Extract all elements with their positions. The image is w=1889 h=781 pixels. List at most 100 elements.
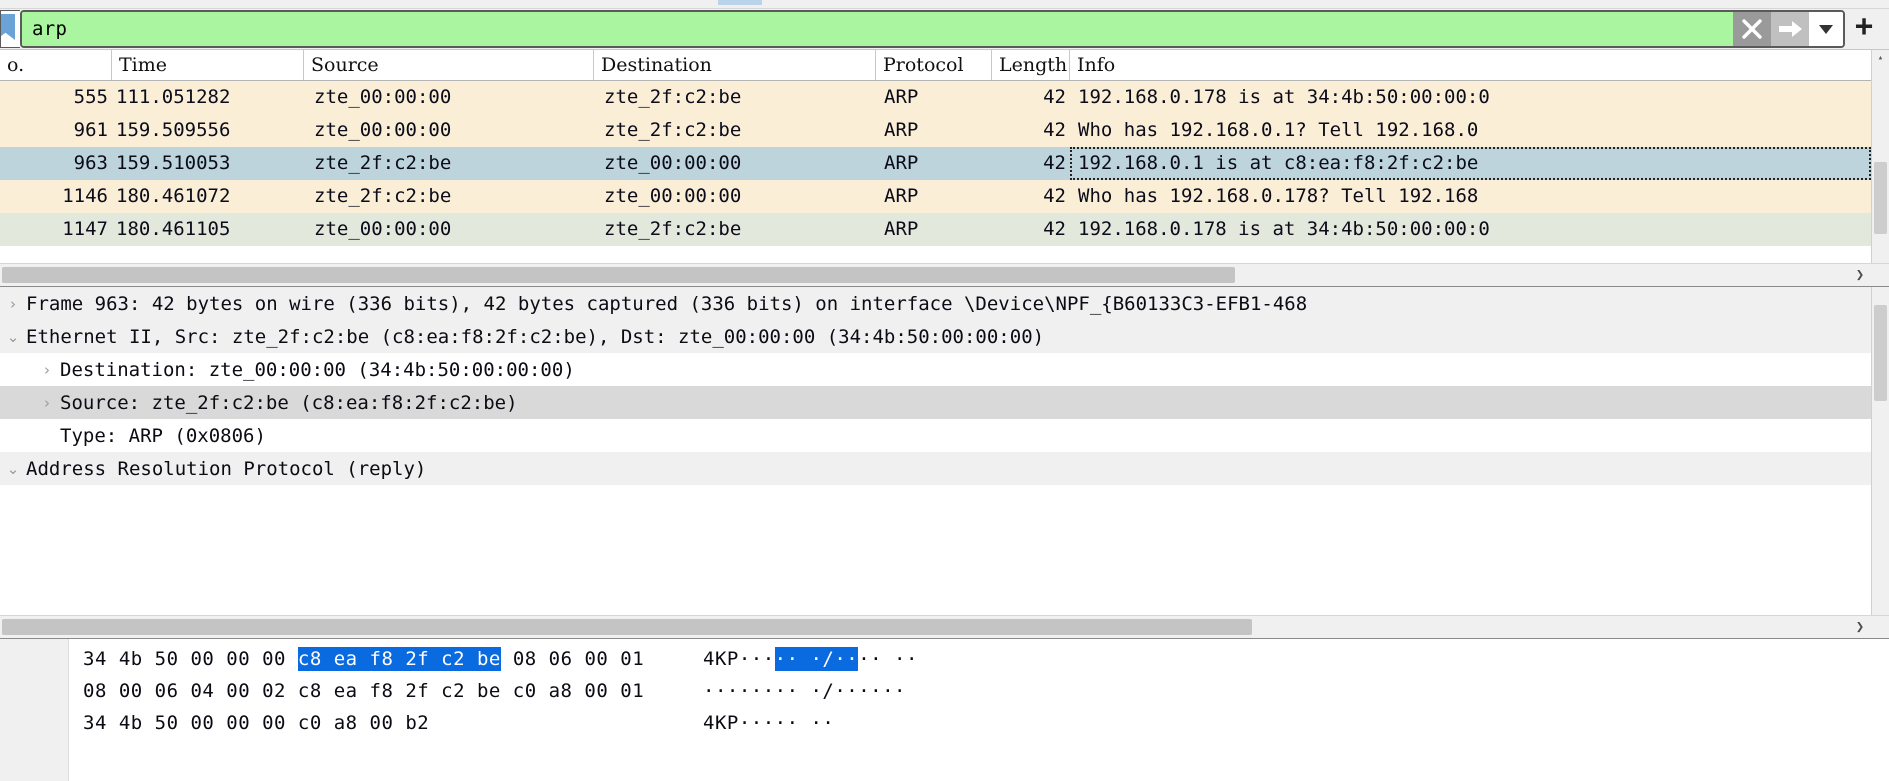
column-header-destination[interactable]: Destination [594, 50, 876, 80]
hex-row[interactable]: 0020 34 4b 50 00 00 00 c0 a8 00 b2 4KP··… [69, 707, 1889, 739]
hex-row[interactable]: 0000 34 4b 50 00 00 00 c8 ea f8 2f c2 be… [69, 643, 1889, 675]
cell-no: 1147 [62, 218, 108, 240]
hex-bytes: 08 00 06 04 00 02 c8 ea f8 2f c2 be c0 a… [83, 680, 645, 702]
packet-detail-vertical-scrollbar[interactable] [1871, 287, 1889, 615]
chevron-right-icon[interactable]: › [34, 394, 60, 412]
cell-length: 42 [1043, 86, 1066, 108]
bookmark-shape [1, 14, 15, 40]
tree-item-label: Source: zte_2f:c2:be (c8:ea:f8:2f:c2:be) [60, 391, 518, 414]
display-filter-bar: arp + [0, 9, 1889, 49]
cell-protocol: ARP [884, 152, 919, 174]
packet-list-vertical-scrollbar[interactable]: ▴ [1871, 50, 1889, 263]
display-filter-input-wrap[interactable]: arp [20, 10, 1845, 48]
packet-bytes-pane[interactable]: 0000 34 4b 50 00 00 00 c8 ea f8 2f c2 be… [0, 638, 1889, 781]
packet-detail-rows: › Frame 963: 42 bytes on wire (336 bits)… [0, 287, 1871, 615]
packet-detail-horizontal-scrollbar[interactable]: ❯ [0, 615, 1889, 638]
apply-filter-arrow-icon[interactable] [1771, 12, 1809, 46]
packet-detail-pane: › Frame 963: 42 bytes on wire (336 bits)… [0, 286, 1889, 638]
packet-detail-body: › Frame 963: 42 bytes on wire (336 bits)… [0, 287, 1889, 615]
scroll-right-arrow-icon[interactable]: ❯ [1849, 264, 1871, 286]
hex-ascii-highlight: ·· ·/·· [774, 647, 859, 671]
tree-item-source[interactable]: › Source: zte_2f:c2:be (c8:ea:f8:2f:c2:b… [0, 386, 1871, 419]
packet-list-horizontal-scrollbar[interactable]: ❯ [0, 263, 1889, 286]
scrollbar-thumb[interactable] [1874, 162, 1887, 234]
tree-item-label: Destination: zte_00:00:00 (34:4b:50:00:0… [60, 358, 575, 381]
column-header-no[interactable]: o. [0, 50, 112, 80]
hex-ascii: 4KP····· ·/···· ·· [689, 647, 918, 671]
tree-item-frame[interactable]: › Frame 963: 42 bytes on wire (336 bits)… [0, 287, 1871, 320]
hex-ascii-post: ·· ·· [858, 648, 918, 670]
column-header-protocol[interactable]: Protocol [876, 50, 992, 80]
cell-time: 159.509556 [116, 119, 231, 141]
tree-item-label: Type: ARP (0x0806) [60, 424, 266, 447]
table-row-selected[interactable]: 963 159.510053 zte_2f:c2:be zte_00:00:00… [0, 147, 1871, 180]
tree-item-arp[interactable]: ⌄ Address Resolution Protocol (reply) [0, 452, 1871, 485]
toolbar-sliver [0, 0, 1889, 9]
cell-info: Who has 192.168.0.178? Tell 192.168 [1078, 185, 1479, 207]
clear-filter-icon[interactable] [1733, 12, 1771, 46]
cell-source: zte_00:00:00 [314, 218, 452, 240]
hex-bytes-pre: 34 4b 50 00 00 00 [83, 648, 298, 670]
packet-list-columns: o. Time Source Destination Protocol Leng… [0, 50, 1871, 263]
chevron-down-icon[interactable]: ⌄ [0, 328, 26, 346]
cell-length: 42 [1043, 218, 1066, 240]
table-row[interactable]: 1147 180.461105 zte_00:00:00 zte_2f:c2:b… [0, 213, 1871, 246]
table-row[interactable]: 1146 180.461072 zte_2f:c2:be zte_00:00:0… [0, 180, 1871, 213]
hex-ascii: 4KP····· ·· [703, 712, 835, 734]
scroll-right-arrow-icon[interactable]: ❯ [1849, 616, 1871, 638]
packet-list-pane: o. Time Source Destination Protocol Leng… [0, 49, 1889, 286]
hex-bytes: 34 4b 50 00 00 00 c0 a8 00 b2 [83, 712, 430, 734]
cell-info: 192.168.0.178 is at 34:4b:50:00:00:0 [1078, 86, 1490, 108]
chevron-down-icon[interactable] [1809, 12, 1843, 46]
bookmark-icon[interactable] [0, 10, 20, 48]
scroll-up-arrow-icon[interactable]: ▴ [1872, 50, 1889, 65]
tree-item-label: Frame 963: 42 bytes on wire (336 bits), … [26, 292, 1308, 315]
cell-destination: zte_2f:c2:be [604, 86, 742, 108]
packet-list-header: o. Time Source Destination Protocol Leng… [0, 50, 1871, 81]
cell-destination: zte_2f:c2:be [604, 218, 742, 240]
chevron-right-icon[interactable]: › [0, 295, 26, 313]
cell-info: Who has 192.168.0.1? Tell 192.168.0 [1078, 119, 1479, 141]
column-header-length[interactable]: Length [992, 50, 1070, 80]
cell-destination: zte_00:00:00 [604, 185, 742, 207]
hex-ascii-pre: 4KP··· [703, 648, 775, 670]
tree-item-label: Address Resolution Protocol (reply) [26, 457, 427, 480]
cell-info: 192.168.0.178 is at 34:4b:50:00:00:0 [1078, 218, 1490, 240]
cell-length: 42 [1043, 152, 1066, 174]
cell-source: zte_00:00:00 [314, 119, 452, 141]
scrollbar-thumb[interactable] [2, 267, 1235, 283]
cell-source: zte_2f:c2:be [314, 152, 452, 174]
column-header-info[interactable]: Info [1070, 50, 1871, 80]
hex-bytes: 34 4b 50 00 00 00 c8 ea f8 2f c2 be 08 0… [69, 647, 689, 671]
scrollbar-thumb[interactable] [1874, 305, 1887, 401]
column-header-source[interactable]: Source [304, 50, 594, 80]
cell-no: 963 [73, 152, 108, 174]
tree-item-type[interactable]: Type: ARP (0x0806) [0, 419, 1871, 452]
cell-length: 42 [1043, 119, 1066, 141]
plus-icon[interactable]: + [1845, 12, 1883, 46]
scrollbar-thumb[interactable] [2, 619, 1252, 635]
packet-list-body: o. Time Source Destination Protocol Leng… [0, 50, 1889, 263]
table-row[interactable]: 961 159.509556 zte_00:00:00 zte_2f:c2:be… [0, 114, 1871, 147]
chevron-down-icon[interactable]: ⌄ [0, 460, 26, 478]
cell-time: 180.461072 [116, 185, 231, 207]
hex-bytes-post: 08 06 00 01 [500, 648, 645, 670]
column-header-time[interactable]: Time [112, 50, 304, 80]
cell-protocol: ARP [884, 119, 919, 141]
cell-info: 192.168.0.1 is at c8:ea:f8:2f:c2:be [1070, 147, 1871, 180]
cell-destination: zte_00:00:00 [604, 152, 742, 174]
hex-bytes-highlight: c8 ea f8 2f c2 be [297, 647, 501, 671]
tree-item-destination[interactable]: › Destination: zte_00:00:00 (34:4b:50:00… [0, 353, 1871, 386]
cell-no: 1146 [62, 185, 108, 207]
display-filter-input[interactable]: arp [22, 12, 1733, 46]
cell-length: 42 [1043, 185, 1066, 207]
table-row[interactable]: 555 111.051282 zte_00:00:00 zte_2f:c2:be… [0, 81, 1871, 114]
cell-no: 961 [73, 119, 108, 141]
tree-item-ethernet[interactable]: ⌄ Ethernet II, Src: zte_2f:c2:be (c8:ea:… [0, 320, 1871, 353]
hex-gutter [0, 639, 69, 781]
cell-source: zte_00:00:00 [314, 86, 452, 108]
cell-source: zte_2f:c2:be [314, 185, 452, 207]
cell-destination: zte_2f:c2:be [604, 119, 742, 141]
hex-row[interactable]: 0010 08 00 06 04 00 02 c8 ea f8 2f c2 be… [69, 675, 1889, 707]
chevron-right-icon[interactable]: › [34, 361, 60, 379]
